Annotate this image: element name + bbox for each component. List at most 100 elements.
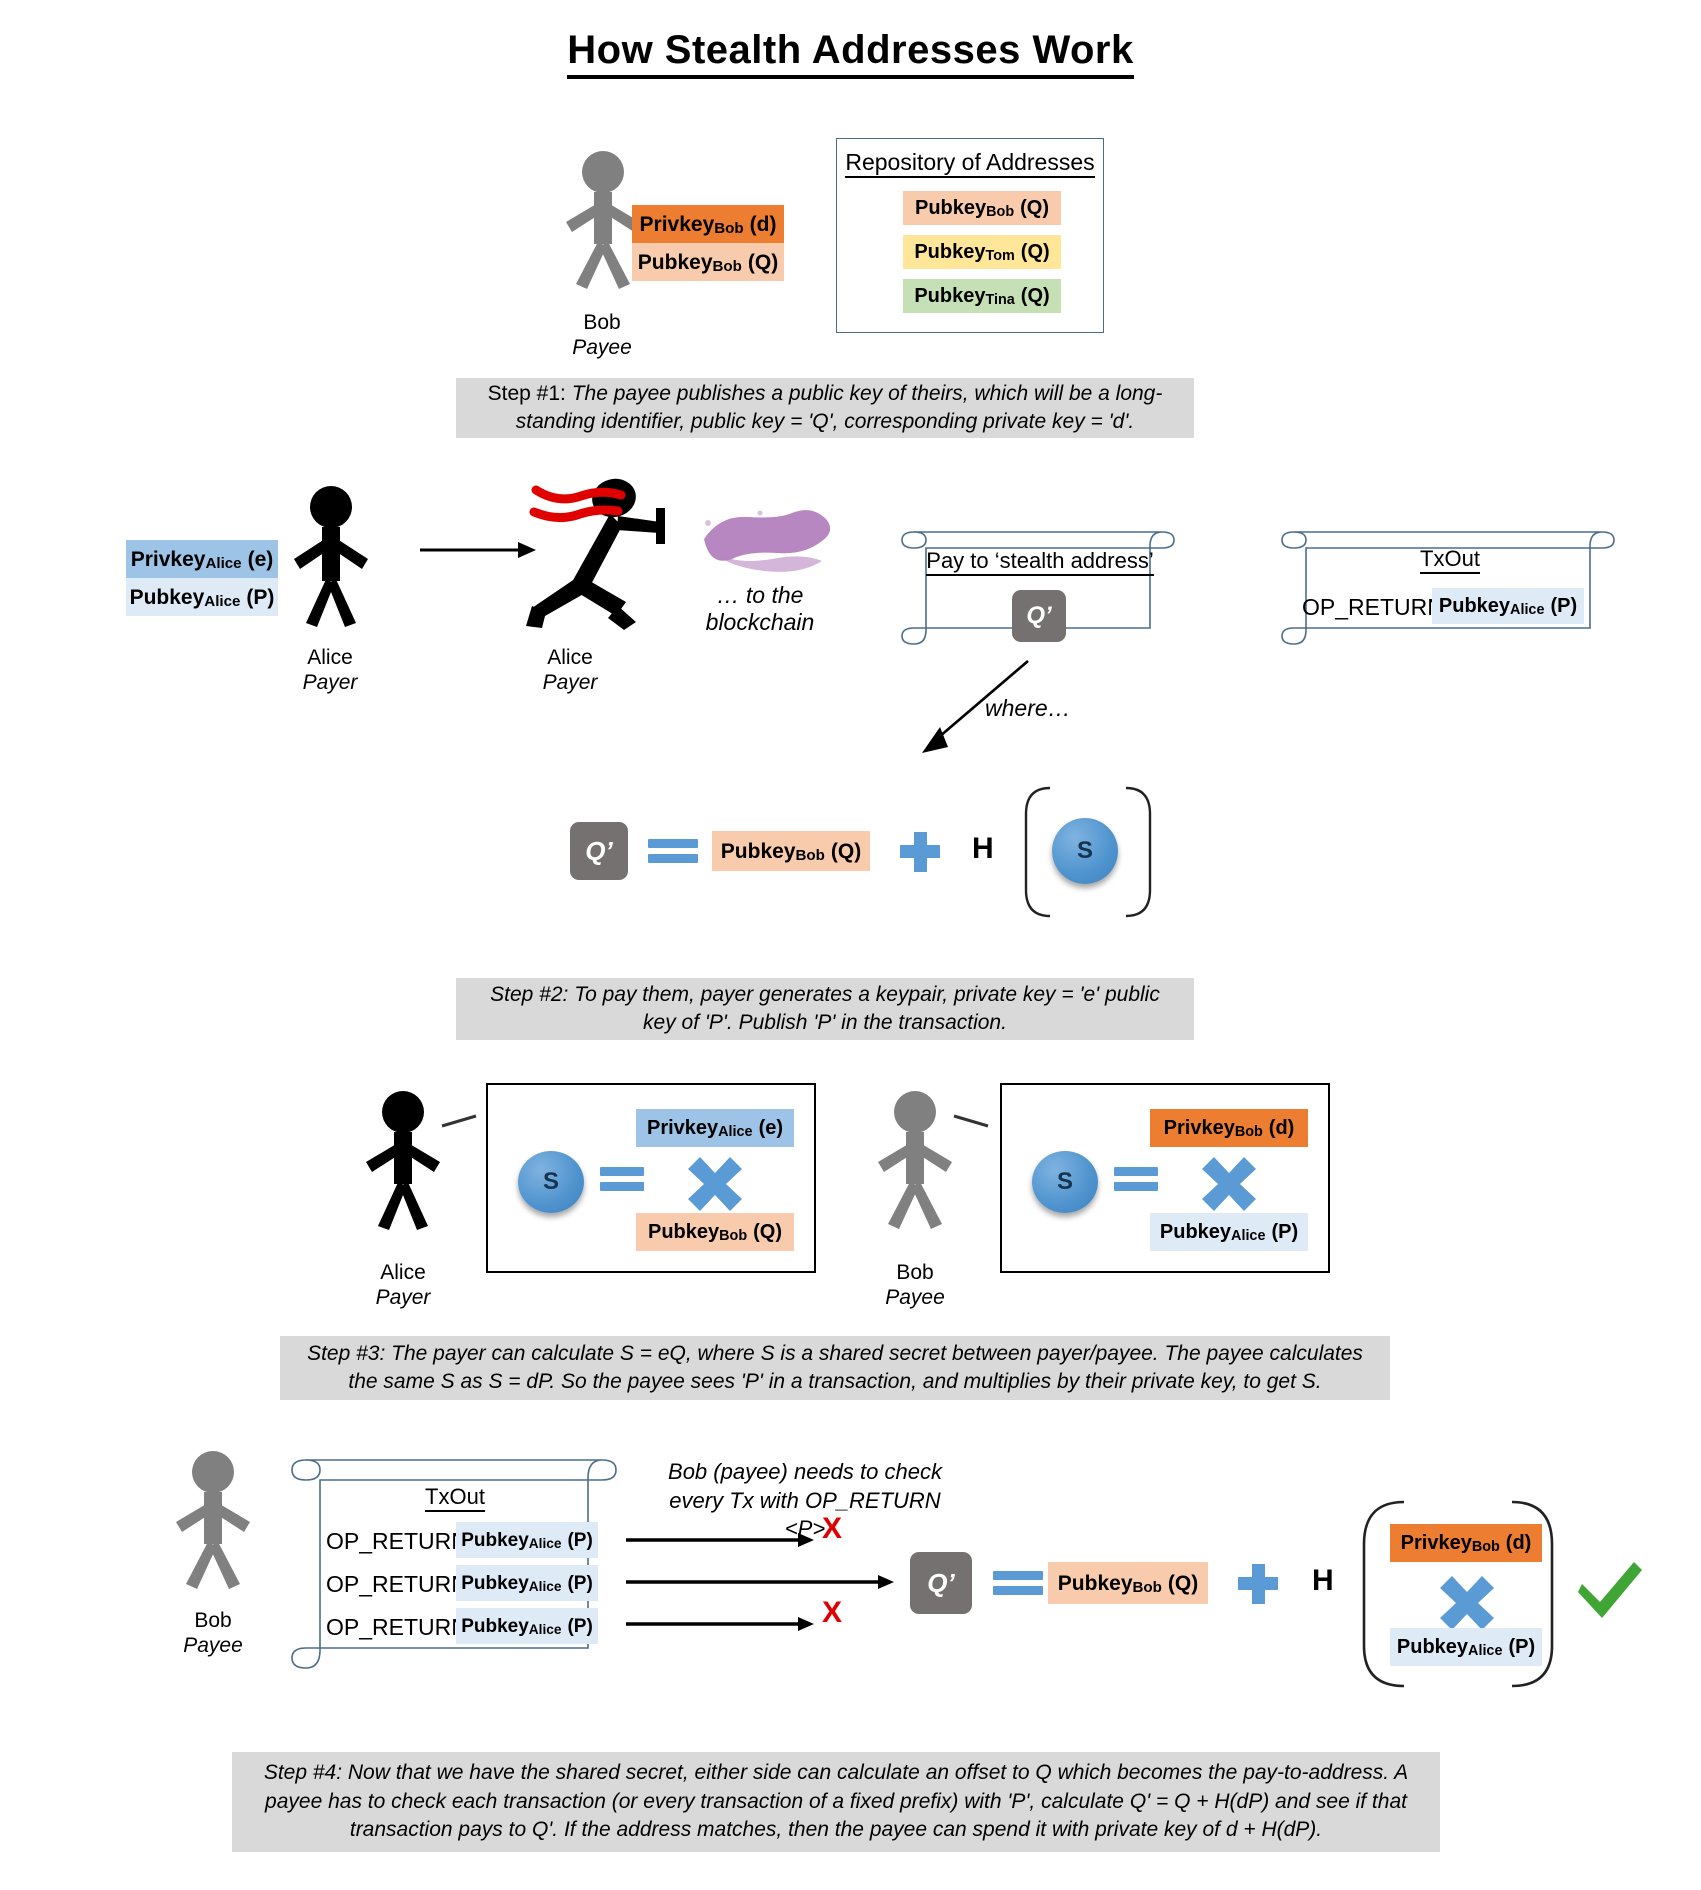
txout-bottom-heading: TxOut bbox=[312, 1484, 598, 1512]
txout-top-op-return: OP_RETURN bbox=[1302, 594, 1444, 620]
label-alice-left-role: Payer bbox=[302, 671, 358, 694]
chip-pubkey-bob-top: Pubkey Bob (Q) bbox=[632, 243, 784, 281]
chip-pubkey-alice-secret: Pubkey Alice (P) bbox=[1150, 1213, 1308, 1251]
chip-privkey-bob-secret: Privkey Bob (d) bbox=[1150, 1109, 1308, 1147]
chip-privkey-alice-left: Privkey Alice (e) bbox=[126, 540, 278, 578]
chip-value: (P) bbox=[1508, 1636, 1536, 1658]
equals-sign-alice bbox=[600, 1165, 644, 1193]
chip-subscript: Alice bbox=[205, 554, 242, 572]
hash-function-letter-bottom: H bbox=[1312, 1564, 1334, 1597]
chip-label: Pubkey bbox=[647, 1221, 720, 1243]
stick-figure-alice-secret bbox=[360, 1090, 446, 1230]
step-3-prefix: Step #3: bbox=[307, 1341, 392, 1365]
chip-subscript: Alice bbox=[204, 592, 241, 610]
step-4-prefix: Step #4: bbox=[263, 1761, 348, 1785]
repository-of-addresses-panel: Repository of Addresses Pubkey Bob (Q) Pub… bbox=[836, 138, 1104, 333]
reject-mark-row-3: X bbox=[822, 1596, 843, 1629]
accept-checkmark-icon bbox=[1578, 1562, 1642, 1618]
multiply-icon-alice bbox=[688, 1157, 742, 1211]
chip-label: Privkey bbox=[130, 547, 206, 571]
chip-value: (d) bbox=[1268, 1117, 1295, 1139]
chip-privkey-alice-secret: Privkey Alice (e) bbox=[636, 1109, 794, 1147]
page-title-text: How Stealth Addresses Work bbox=[567, 28, 1134, 79]
chip-label: Pubkey bbox=[914, 241, 986, 263]
chip-value: (P) bbox=[1271, 1221, 1299, 1243]
chip-pubkey-alice-left: Pubkey Alice (P) bbox=[126, 578, 278, 616]
where-label: where… bbox=[985, 695, 1071, 721]
chip-value: (Q) bbox=[747, 250, 779, 274]
txout-top-heading: TxOut bbox=[1280, 546, 1620, 574]
label-bob-bottom-name: Bob bbox=[194, 1609, 232, 1632]
chip-subscript: Alice bbox=[528, 1535, 562, 1551]
txout-scroll-bottom: TxOut OP_RETURN Pubkey Alice (P) OP_RETURN… bbox=[290, 1444, 620, 1684]
label-alice-secret-role: Payer bbox=[375, 1286, 431, 1309]
pointer-line-bob bbox=[953, 1114, 989, 1128]
chip-label: Pubkey bbox=[1438, 595, 1511, 617]
qprime-chip-equation-bottom: Q’ bbox=[910, 1552, 972, 1614]
chip-subscript: Alice bbox=[528, 1621, 562, 1637]
chip-value: (d) bbox=[1505, 1532, 1532, 1554]
chip-label: Pubkey bbox=[720, 839, 796, 863]
shared-secret-box-bob: S Privkey Bob (d) Pubkey Alice (P) bbox=[1000, 1083, 1330, 1273]
arrow-txout-row-3 bbox=[626, 1617, 814, 1631]
chip-value: (Q) bbox=[1020, 241, 1050, 263]
chip-label: Privkey bbox=[1400, 1532, 1472, 1554]
page-title: How Stealth Addresses Work bbox=[0, 28, 1701, 79]
chip-label: Pubkey bbox=[1057, 1571, 1133, 1595]
equals-sign-where bbox=[648, 836, 698, 866]
label-bob-top-name: Bob bbox=[583, 311, 621, 334]
chip-subscript: Tina bbox=[985, 291, 1015, 308]
chip-pubkey-bob-where: Pubkey Bob (Q) bbox=[712, 831, 870, 871]
txout-row-3-op-return: OP_RETURN bbox=[326, 1614, 468, 1640]
chip-label: Pubkey bbox=[129, 585, 205, 609]
chip-value: (Q) bbox=[1167, 1571, 1199, 1595]
chip-label: Privkey bbox=[639, 212, 715, 236]
txout-top-pubkey-alice: Pubkey Alice (P) bbox=[1432, 588, 1584, 624]
blockchain-note: … to the blockchain bbox=[705, 582, 815, 635]
label-alice-left-name: Alice bbox=[307, 646, 353, 669]
chip-subscript: Alice bbox=[528, 1578, 562, 1594]
reject-mark-row-1: X bbox=[822, 1512, 843, 1545]
chip-label: Pubkey bbox=[914, 197, 987, 219]
equals-sign-bottom bbox=[993, 1568, 1043, 1598]
chip-pubkey-alice-bottom: Pubkey Alice (P) bbox=[1390, 1628, 1542, 1666]
step-1-prefix: Step #1: bbox=[487, 381, 572, 405]
chip-subscript: Bob bbox=[986, 203, 1015, 220]
chip-value: (P) bbox=[567, 1529, 593, 1551]
chip-subscript: Bob bbox=[1471, 1538, 1500, 1555]
person-icon bbox=[294, 486, 368, 627]
step-2-caption: Step #2: To pay them, payer generates a … bbox=[456, 978, 1194, 1040]
chip-privkey-bob-top: Privkey Bob (d) bbox=[632, 205, 784, 243]
step-3-caption: Step #3: The payer can calculate S = eQ,… bbox=[280, 1336, 1390, 1400]
repository-heading: Repository of Addresses bbox=[837, 149, 1103, 178]
chip-label: Pubkey bbox=[461, 1529, 529, 1551]
chip-subscript: Bob bbox=[795, 846, 825, 864]
chip-pubkey-bob-bottom: Pubkey Bob (Q) bbox=[1048, 1562, 1208, 1604]
label-alice-running-name: Alice bbox=[547, 646, 593, 669]
chip-value: (Q) bbox=[830, 839, 862, 863]
stick-figure-bob-secret bbox=[872, 1090, 958, 1230]
chip-subscript: Bob bbox=[712, 257, 742, 275]
chip-subscript: Tom bbox=[985, 247, 1015, 264]
person-icon bbox=[176, 1451, 250, 1589]
shared-secret-circle-where: S bbox=[1052, 818, 1118, 884]
hash-function-letter-where: H bbox=[972, 832, 994, 865]
qprime-chip-stealth: Q’ bbox=[1012, 590, 1066, 642]
label-bob-bottom-role: Payee bbox=[183, 1634, 243, 1657]
shared-secret-box-alice: S Privkey Alice (e) Pubkey Bob (Q) bbox=[486, 1083, 816, 1273]
txout-row-2-op-return: OP_RETURN bbox=[326, 1571, 468, 1597]
txout-row-3-pubkey: Pubkey Alice (P) bbox=[456, 1608, 598, 1644]
chip-value: (e) bbox=[247, 547, 274, 571]
chip-subscript: Alice bbox=[718, 1123, 753, 1140]
step-2-text: To pay them, payer generates a keypair, … bbox=[574, 982, 1160, 1034]
stick-figure-bob-bottom bbox=[170, 1450, 256, 1590]
chip-value: (Q) bbox=[753, 1221, 783, 1243]
txout-scroll-top: TxOut OP_RETURN Pubkey Alice (P) bbox=[1280, 518, 1620, 658]
chip-label: Pubkey bbox=[461, 1615, 529, 1637]
multiply-icon-bottom bbox=[1440, 1576, 1494, 1630]
txout-row-1-op-return: OP_RETURN bbox=[326, 1528, 468, 1554]
chip-value: (P) bbox=[567, 1572, 593, 1594]
chip-subscript: Bob bbox=[1132, 1578, 1162, 1596]
multiply-icon-bob bbox=[1202, 1157, 1256, 1211]
purple-ink-blob-icon bbox=[704, 510, 830, 572]
